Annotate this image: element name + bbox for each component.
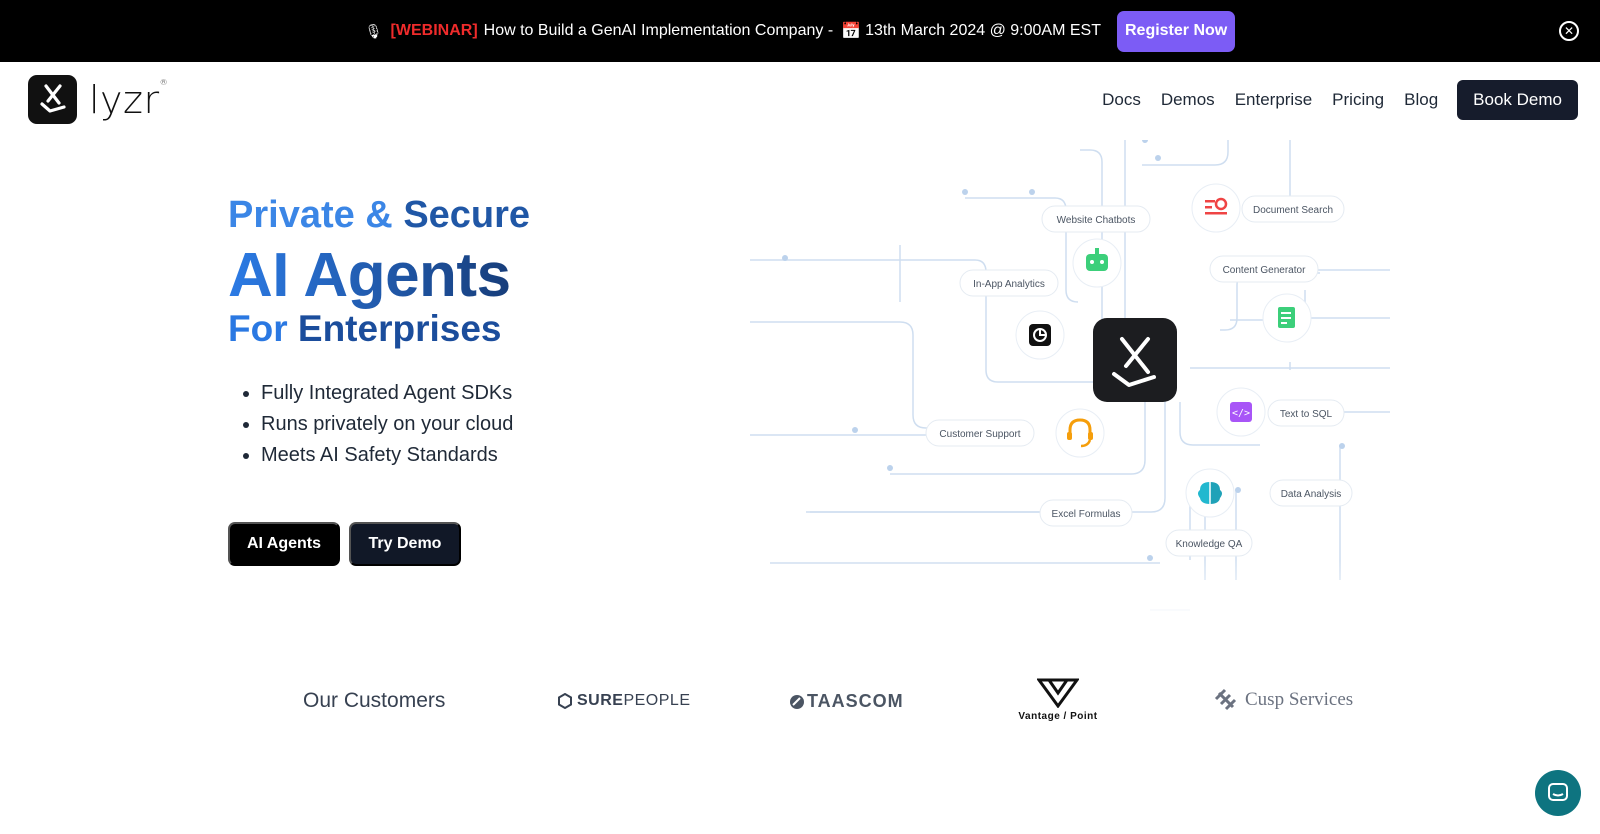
svg-text:In-App Analytics: In-App Analytics — [973, 279, 1045, 290]
feature-item: Meets AI Safety Standards — [261, 444, 513, 467]
pie-chart-icon — [1029, 324, 1051, 346]
node-text-to-sql: </> Text to SQL — [1216, 387, 1345, 437]
calendar-icon: 📅 — [841, 23, 862, 40]
chat-widget-button[interactable] — [1535, 770, 1581, 816]
lyzr-logo-mark — [28, 75, 77, 124]
document-icon — [1278, 307, 1295, 328]
webinar-date: 13th March 2024 @ 9:00AM EST — [865, 22, 1101, 39]
cusp-services-logo: Cusp Services — [1213, 687, 1353, 713]
svg-text:</>: </> — [1232, 408, 1250, 419]
try-demo-button[interactable]: Try Demo — [349, 522, 461, 566]
webinar-banner: 🎙 [WEBINAR] How to Build a GenAI Impleme… — [0, 0, 1600, 62]
microphone-icon: 🎙 — [364, 22, 383, 39]
logo-wordmark: lyzr® — [89, 77, 169, 122]
svg-text:Excel Formulas: Excel Formulas — [1052, 509, 1121, 520]
nav-enterprise[interactable]: Enterprise — [1235, 90, 1312, 110]
lyzr-logo[interactable]: lyzr® — [28, 75, 168, 124]
node-data-analysis: Data Analysis — [1269, 479, 1353, 507]
register-now-button[interactable]: Register Now — [1116, 10, 1236, 52]
center-logo-node — [1093, 318, 1177, 402]
node-content-generator: Content Generator — [1209, 255, 1319, 343]
taascom-mark-icon — [790, 694, 804, 709]
svg-text:Document Search: Document Search — [1253, 205, 1333, 216]
chat-icon — [1548, 783, 1568, 801]
cusp-mark-icon — [1214, 688, 1237, 711]
main-nav: Docs Demos Enterprise Pricing Blog Book … — [1082, 80, 1578, 120]
nav-blog[interactable]: Blog — [1404, 90, 1438, 110]
nav-demos[interactable]: Demos — [1161, 90, 1215, 110]
feature-item: Fully Integrated Agent SDKs — [261, 382, 513, 405]
close-icon[interactable]: ✕ — [1559, 21, 1579, 41]
taascom-logo: TAASCOM — [789, 691, 904, 712]
brain-icon — [1198, 482, 1222, 504]
webinar-tag: [WEBINAR] — [390, 22, 478, 39]
hero-heading-line3: For Enterprises — [228, 308, 502, 349]
node-in-app-analytics: In-App Analytics — [959, 269, 1065, 360]
document-search-icon — [1205, 197, 1228, 215]
svg-text:Data Analysis: Data Analysis — [1281, 489, 1342, 500]
node-document-search: Document Search — [1191, 183, 1345, 233]
agents-diagram: Website Chatbots Document Search In-App … — [750, 140, 1390, 620]
customers-heading: Our Customers — [303, 689, 446, 712]
svg-text:Customer Support: Customer Support — [939, 429, 1020, 440]
code-icon: </> — [1230, 402, 1252, 422]
svg-text:Website Chatbots: Website Chatbots — [1057, 215, 1136, 226]
nav-pricing[interactable]: Pricing — [1332, 90, 1384, 110]
svg-text:Content Generator: Content Generator — [1223, 265, 1306, 276]
feature-item: Runs privately on your cloud — [261, 413, 513, 436]
vantage-v-icon — [1037, 678, 1079, 708]
webinar-text: How to Build a GenAI Implementation Comp… — [483, 22, 834, 39]
node-customer-support: Customer Support — [925, 408, 1105, 458]
nav-docs[interactable]: Docs — [1102, 90, 1141, 110]
feature-list: Fully Integrated Agent SDKs Runs private… — [261, 382, 513, 475]
hexagon-icon — [558, 693, 572, 709]
svg-text:Text to SQL: Text to SQL — [1280, 409, 1333, 420]
svg-text:Knowledge QA: Knowledge QA — [1176, 539, 1243, 550]
ai-agents-button[interactable]: AI Agents — [228, 522, 340, 566]
book-demo-button[interactable]: Book Demo — [1457, 80, 1578, 120]
hero-heading-line1: Private & Secure — [228, 194, 531, 236]
vantage-point-logo: Vantage / Point — [1016, 678, 1100, 722]
node-website-chatbots: Website Chatbots — [1041, 205, 1151, 288]
hero-heading-line2: AI Agents — [228, 241, 511, 310]
node-knowledge-qa: Knowledge QA — [1165, 468, 1253, 557]
surepeople-logo: SURE PEOPLE — [557, 692, 690, 710]
node-excel-formulas: Excel Formulas — [1039, 499, 1133, 527]
